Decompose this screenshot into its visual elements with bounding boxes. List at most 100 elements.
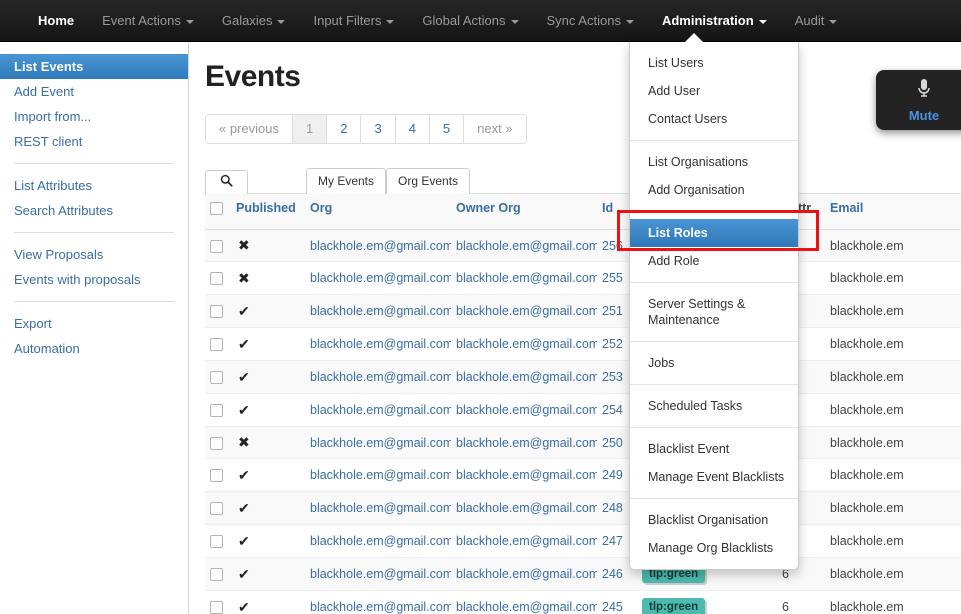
menu-item-add-organisation[interactable]: Add Organisation (630, 176, 798, 204)
sidebar-item-rest-client[interactable]: REST client (0, 129, 188, 154)
cell-owner-org[interactable]: blackhole.em@gmail.com (451, 426, 597, 459)
column-header-email[interactable]: Email (825, 193, 961, 230)
nav-item-administration[interactable]: Administration (648, 0, 781, 42)
cell-owner-org[interactable]: blackhole.em@gmail.com (451, 458, 597, 492)
row-checkbox[interactable] (210, 272, 223, 286)
cell-org[interactable]: blackhole.em@gmail.com (305, 491, 451, 525)
tab-org-events[interactable]: Org Events (386, 168, 471, 194)
cell-owner-org[interactable]: blackhole.em@gmail.com (451, 261, 597, 295)
row-checkbox[interactable] (210, 305, 223, 319)
cell-org[interactable]: blackhole.em@gmail.com (305, 294, 451, 328)
row-checkbox[interactable] (210, 601, 223, 614)
sidebar-item-import-from[interactable]: Import from... (0, 104, 188, 129)
cell-org[interactable]: blackhole.em@gmail.com (305, 327, 451, 361)
cell-org[interactable]: blackhole.em@gmail.com (305, 426, 451, 459)
cell-email[interactable]: blackhole.em (825, 426, 961, 459)
cell-owner-org[interactable]: blackhole.em@gmail.com (451, 360, 597, 394)
nav-item-input-filters[interactable]: Input Filters (299, 0, 408, 42)
pagination-page-4[interactable]: 4 (395, 115, 430, 143)
menu-item-blacklist-organisation[interactable]: Blacklist Organisation (630, 506, 798, 534)
cell-email[interactable]: blackhole.em (825, 360, 961, 394)
cell-owner-org[interactable]: blackhole.em@gmail.com (451, 590, 597, 614)
menu-item-contact-users[interactable]: Contact Users (630, 105, 798, 133)
menu-item-add-role[interactable]: Add Role (630, 247, 798, 275)
cell-email[interactable]: blackhole.em (825, 327, 961, 361)
menu-item-manage-event-blacklists[interactable]: Manage Event Blacklists (630, 463, 798, 491)
mute-button[interactable]: Mute (876, 70, 961, 130)
menu-item-list-organisations[interactable]: List Organisations (630, 148, 798, 176)
sidebar-item-view-proposals[interactable]: View Proposals (0, 242, 188, 267)
cell-owner-org[interactable]: blackhole.em@gmail.com (451, 491, 597, 525)
cell-org[interactable]: blackhole.em@gmail.com (305, 458, 451, 492)
nav-item-galaxies[interactable]: Galaxies (208, 0, 300, 42)
sidebar-item-list-events[interactable]: List Events (0, 54, 188, 79)
menu-item-add-user[interactable]: Add User (630, 77, 798, 105)
column-header-owner-org[interactable]: Owner Org (451, 193, 597, 230)
cell-email[interactable]: blackhole.em (825, 491, 961, 525)
cell-owner-org[interactable]: blackhole.em@gmail.com (451, 393, 597, 427)
cell-email[interactable]: blackhole.em (825, 557, 961, 591)
published-check-icon: ✔ (231, 294, 305, 328)
column-header-org[interactable]: Org (305, 193, 451, 230)
cell-email[interactable]: blackhole.em (825, 261, 961, 295)
pagination-page-2[interactable]: 2 (327, 115, 362, 143)
cell-org[interactable]: blackhole.em@gmail.com (305, 524, 451, 558)
row-checkbox[interactable] (210, 371, 223, 385)
cell-org[interactable]: blackhole.em@gmail.com (305, 261, 451, 295)
menu-item-blacklist-event[interactable]: Blacklist Event (630, 435, 798, 463)
pagination-page-1[interactable]: 1 (292, 115, 328, 143)
pagination-previous[interactable]: « previous (206, 115, 293, 143)
cell-org[interactable]: blackhole.em@gmail.com (305, 360, 451, 394)
cell-email[interactable]: blackhole.em (825, 590, 961, 614)
row-checkbox[interactable] (210, 568, 223, 582)
cell-owner-org[interactable]: blackhole.em@gmail.com (451, 557, 597, 591)
nav-item-global-actions[interactable]: Global Actions (408, 0, 532, 42)
nav-item-home[interactable]: Home (30, 0, 88, 42)
tag-badge[interactable]: tlp:green (642, 598, 706, 614)
row-checkbox[interactable] (210, 469, 223, 483)
pagination-next[interactable]: next » (464, 115, 526, 143)
nav-item-sync-actions[interactable]: Sync Actions (533, 0, 648, 42)
row-checkbox[interactable] (210, 404, 223, 418)
cell-owner-org[interactable]: blackhole.em@gmail.com (451, 229, 597, 262)
row-checkbox[interactable] (210, 502, 223, 516)
cell-owner-org[interactable]: blackhole.em@gmail.com (451, 524, 597, 558)
cell-email[interactable]: blackhole.em (825, 229, 961, 262)
cell-owner-org[interactable]: blackhole.em@gmail.com (451, 294, 597, 328)
menu-item-scheduled-tasks[interactable]: Scheduled Tasks (630, 392, 798, 420)
nav-item-event-actions[interactable]: Event Actions (88, 0, 208, 42)
row-checkbox[interactable] (210, 239, 223, 253)
sidebar-item-search-attributes[interactable]: Search Attributes (0, 198, 188, 223)
cell-org[interactable]: blackhole.em@gmail.com (305, 229, 451, 262)
tab-search[interactable] (205, 170, 248, 194)
menu-item-list-users[interactable]: List Users (630, 49, 798, 77)
cell-owner-org[interactable]: blackhole.em@gmail.com (451, 327, 597, 361)
cell-org[interactable]: blackhole.em@gmail.com (305, 557, 451, 591)
nav-item-audit[interactable]: Audit (781, 0, 852, 42)
column-header-published[interactable]: Published (231, 193, 305, 230)
sidebar-item-add-event[interactable]: Add Event (0, 79, 188, 104)
cell-email[interactable]: blackhole.em (825, 524, 961, 558)
sidebar-item-list-attributes[interactable]: List Attributes (0, 173, 188, 198)
cell-org[interactable]: blackhole.em@gmail.com (305, 393, 451, 427)
row-checkbox[interactable] (210, 338, 223, 352)
cell-email[interactable]: blackhole.em (825, 393, 961, 427)
row-checkbox[interactable] (210, 535, 223, 549)
menu-item-manage-org-blacklists[interactable]: Manage Org Blacklists (630, 534, 798, 562)
menu-item-server-settings-maintenance[interactable]: Server Settings & Maintenance (630, 290, 798, 334)
row-select-cell (205, 590, 231, 614)
tab-my-events[interactable]: My Events (306, 168, 387, 194)
sidebar-item-automation[interactable]: Automation (0, 336, 188, 361)
pagination-page-5[interactable]: 5 (429, 115, 465, 143)
menu-item-list-roles[interactable]: List Roles (630, 219, 798, 247)
sidebar-item-events-with-proposals[interactable]: Events with proposals (0, 267, 188, 292)
menu-item-jobs[interactable]: Jobs (630, 349, 798, 377)
cell-id[interactable]: 245 (597, 590, 637, 614)
cell-org[interactable]: blackhole.em@gmail.com (305, 590, 451, 614)
cell-email[interactable]: blackhole.em (825, 294, 961, 328)
sidebar-item-export[interactable]: Export (0, 311, 188, 336)
row-checkbox[interactable] (210, 436, 223, 450)
cell-email[interactable]: blackhole.em (825, 458, 961, 492)
pagination-page-3[interactable]: 3 (361, 115, 396, 143)
select-all-checkbox[interactable] (210, 202, 223, 216)
